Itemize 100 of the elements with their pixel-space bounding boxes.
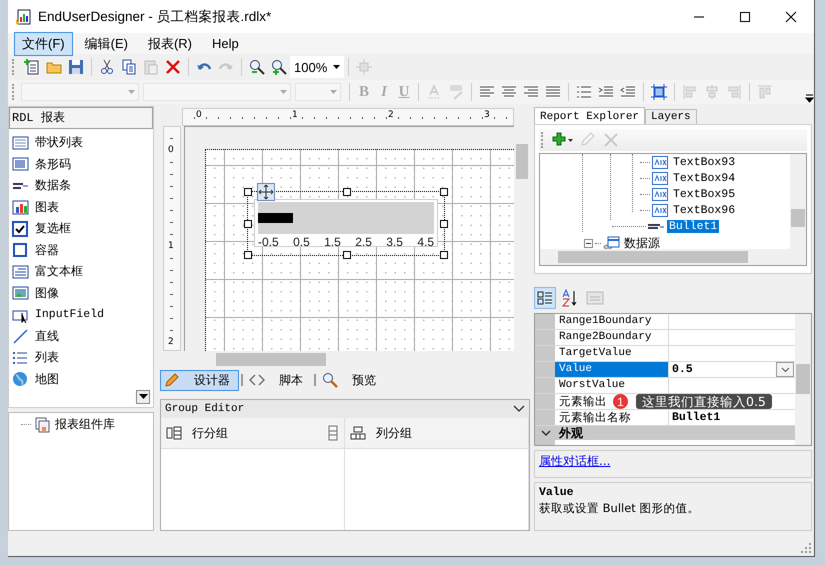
property-name[interactable]: 元素输出名称: [555, 410, 669, 425]
caret-icon: [138, 394, 148, 400]
bullet-graph[interactable]: -0.5 0.5 1.5 2.5 3.5 4.5: [254, 199, 438, 247]
scroll-thumb[interactable]: [791, 209, 805, 227]
toolbox-item[interactable]: 图像: [9, 282, 153, 304]
collapse-icon[interactable]: [513, 405, 525, 413]
text-box-icon: [652, 202, 669, 218]
text-box-icon: [652, 186, 669, 202]
vertical-scrollbar[interactable]: [795, 314, 811, 445]
toolbox-item[interactable]: InputField: [9, 304, 153, 326]
search-icon: [322, 372, 338, 388]
property-name[interactable]: Range2Boundary: [555, 330, 669, 345]
caret-icon: [280, 90, 287, 94]
resize-handle[interactable]: [244, 251, 252, 259]
text-box-icon: [652, 170, 669, 186]
maximize-icon[interactable]: [739, 10, 751, 22]
dropdown-field[interactable]: [21, 83, 139, 101]
tree-item[interactable]: TextBox94: [671, 172, 738, 184]
toolbox-item[interactable]: 复选框: [9, 218, 153, 240]
dropdown-field[interactable]: [295, 83, 341, 101]
vertical-scrollbar[interactable]: [790, 154, 806, 249]
property-name[interactable]: Value: [555, 362, 669, 377]
toolbox-item[interactable]: 富文本框: [9, 261, 153, 282]
resize-grip-icon[interactable]: [801, 543, 811, 553]
app-icon: [16, 8, 32, 24]
category-header[interactable]: 外观: [559, 424, 583, 442]
property-value[interactable]: 0.5: [672, 363, 693, 376]
pencil-icon: [164, 372, 180, 388]
help-description: 获取或设置 Bullet 图形的值。: [539, 501, 700, 516]
property-value[interactable]: Bullet1: [672, 411, 720, 424]
tree-line: [595, 242, 601, 244]
property-name[interactable]: WorstValue: [555, 378, 669, 393]
toolbox-item[interactable]: 列表: [9, 347, 153, 368]
categorized-button[interactable]: [534, 287, 556, 309]
toolbox-item[interactable]: 数据条: [9, 175, 153, 196]
toolbox-item[interactable]: 带状列表: [9, 132, 153, 154]
rich-text-icon: [12, 264, 29, 280]
property-name[interactable]: TargetValue: [555, 346, 669, 361]
list-icon: [12, 350, 29, 366]
tree-item[interactable]: Bullet1: [667, 220, 720, 232]
toolbox-item[interactable]: 直线: [9, 326, 153, 347]
axis-label: 3.5: [386, 235, 403, 249]
scroll-thumb[interactable]: [796, 364, 810, 394]
tree-item[interactable]: 报表组件库: [55, 416, 115, 433]
grip-handle[interactable]: [12, 59, 17, 75]
barcode-icon: [12, 156, 29, 172]
horizontal-scrollbar[interactable]: [539, 249, 807, 266]
tree-item[interactable]: TextBox96: [671, 204, 738, 216]
ruler-number: 0: [196, 110, 202, 120]
grip-handle[interactable]: [12, 84, 17, 100]
panel-tab[interactable]: Report Explorer: [534, 107, 646, 124]
scroll-thumb[interactable]: [216, 353, 326, 366]
caret-icon: [330, 90, 337, 94]
zoom-dropdown[interactable]: 100%: [290, 56, 344, 78]
property-dialog-link[interactable]: 属性对话框...: [539, 454, 610, 468]
close-icon[interactable]: [785, 10, 797, 22]
ruler-number: 1: [168, 241, 174, 251]
library-icon: [35, 416, 51, 432]
menu-item[interactable]: 编辑(E): [76, 32, 136, 56]
resize-handle[interactable]: [244, 220, 252, 228]
scroll-thumb[interactable]: [558, 251, 748, 263]
resize-handle[interactable]: [440, 251, 448, 259]
dropdown-field[interactable]: [143, 83, 291, 101]
toolbox-item[interactable]: 条形码: [9, 154, 153, 175]
resize-handle[interactable]: [343, 251, 351, 259]
scroll-down-button[interactable]: [136, 390, 150, 404]
toolbox-item[interactable]: 图表: [9, 196, 153, 218]
resize-handle[interactable]: [440, 220, 448, 228]
collapse-icon[interactable]: [541, 430, 551, 436]
menu-item[interactable]: 报表(R): [140, 32, 200, 56]
resize-handle[interactable]: [440, 188, 448, 196]
tree-item[interactable]: TextBox95: [671, 188, 738, 200]
tree-item[interactable]: TextBox93: [671, 156, 738, 168]
view-tab[interactable]: 设计器: [160, 370, 239, 390]
ruler-number: 1: [292, 110, 298, 120]
tree-item[interactable]: 数据源: [622, 234, 662, 249]
checkbox-icon: [12, 220, 29, 237]
toolbox-item[interactable]: 地图: [9, 368, 153, 390]
toolbox-item[interactable]: 容器: [9, 240, 153, 261]
dropdown-button[interactable]: [776, 362, 794, 377]
tree-line: [610, 154, 611, 220]
overflow-icon[interactable]: [804, 92, 814, 104]
move-handle-icon[interactable]: [257, 183, 275, 201]
menu-item[interactable]: 文件(F): [14, 32, 73, 56]
scroll-thumb[interactable]: [516, 144, 528, 179]
axis-label: 1.5: [324, 235, 341, 249]
resize-handle[interactable]: [343, 188, 351, 196]
property-name[interactable]: Range1Boundary: [555, 314, 669, 329]
view-tab[interactable]: 脚本: [245, 370, 312, 390]
collapse-icon[interactable]: [584, 238, 593, 248]
database-icon: [603, 236, 620, 249]
grip-handle[interactable]: [541, 132, 546, 148]
image-icon: [12, 285, 29, 302]
panel-tab[interactable]: Layers: [645, 109, 697, 124]
menu-item[interactable]: Help: [204, 33, 247, 54]
resize-handle[interactable]: [244, 188, 252, 196]
snap-to-grid-icon[interactable]: [648, 81, 670, 103]
view-tab[interactable]: 预览: [318, 370, 385, 390]
row-group-icon: [166, 426, 182, 440]
axis-label: 4.5: [417, 235, 434, 249]
